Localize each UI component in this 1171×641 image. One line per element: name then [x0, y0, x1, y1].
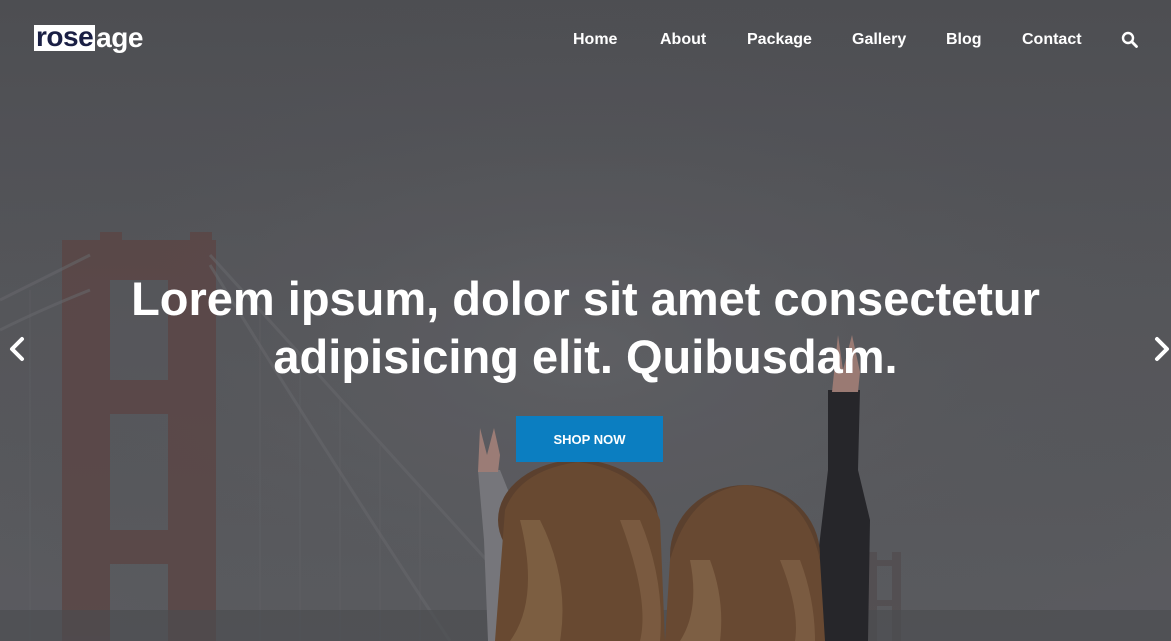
navbar: rose age Home About Package Gallery Blog… — [0, 0, 1171, 80]
nav-item-package[interactable]: Package — [747, 29, 812, 51]
hero-headline-line2: adipisicing elit. Quibusdam. — [273, 330, 898, 383]
hero-slider: rose age Home About Package Gallery Blog… — [0, 0, 1171, 641]
chevron-left-icon[interactable] — [4, 334, 30, 364]
nav-item-about[interactable]: About — [660, 29, 706, 51]
chevron-right-icon[interactable] — [1149, 334, 1171, 364]
hero-headline: Lorem ipsum, dolor sit amet consectetur … — [0, 270, 1171, 386]
nav-item-gallery[interactable]: Gallery — [852, 29, 906, 51]
nav-item-home[interactable]: Home — [573, 29, 617, 51]
hero-headline-line1: Lorem ipsum, dolor sit amet consectetur — [131, 272, 1040, 325]
nav-item-blog[interactable]: Blog — [946, 29, 982, 51]
main-nav: Home About Package Gallery Blog Contact — [0, 29, 1171, 51]
shop-now-button[interactable]: SHOP NOW — [516, 416, 663, 462]
search-icon[interactable] — [1121, 31, 1139, 49]
nav-item-contact[interactable]: Contact — [1022, 29, 1082, 51]
